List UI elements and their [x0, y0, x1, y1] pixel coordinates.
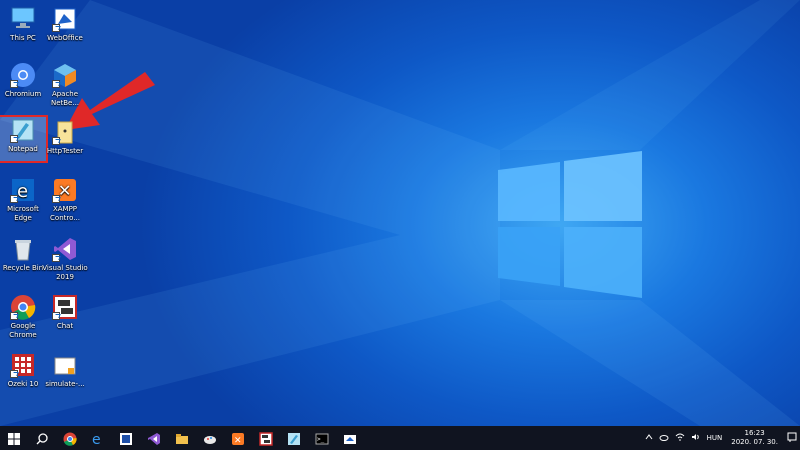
- search-icon: [35, 431, 49, 445]
- edge-icon: e: [91, 431, 105, 448]
- desktop-icon-notepad[interactable]: Notepad: [0, 115, 48, 163]
- desktop-icon-xampp[interactable]: ✕ XAMPP Contro...: [42, 177, 88, 223]
- notepad-icon: [287, 431, 301, 445]
- file-explorer-icon: [175, 431, 189, 445]
- chrome-icon: [10, 294, 36, 320]
- desktop-icon-microsoft-edge[interactable]: e Microsoft Edge: [0, 177, 46, 223]
- desktop-icon-httptester[interactable]: HttpTester: [42, 119, 88, 156]
- xampp-icon: ✕: [52, 177, 78, 203]
- paint-icon: [203, 431, 217, 445]
- taskbar-app-2[interactable]: [336, 426, 364, 450]
- folder-icon: [52, 119, 78, 145]
- taskbar: e ✕ >_ HUN 16:23 2020. 07. 30.: [0, 426, 800, 450]
- cloud-icon[interactable]: [659, 433, 669, 443]
- taskbar-notepad[interactable]: [280, 426, 308, 450]
- desktop-icon-this-pc[interactable]: This PC: [0, 6, 46, 43]
- clock-time: 16:23: [744, 429, 765, 437]
- taskbar-visual-studio[interactable]: [140, 426, 168, 450]
- start-button[interactable]: [0, 426, 28, 450]
- desktop-icon-simulate[interactable]: simulate-...: [42, 352, 88, 389]
- svg-text:e: e: [17, 181, 28, 202]
- computer-icon: [10, 6, 36, 32]
- xampp-icon: ✕: [231, 431, 245, 446]
- file-icon: [52, 352, 78, 378]
- chevron-up-icon[interactable]: [645, 433, 653, 443]
- desktop: This PC Chromium Notepad e Microsoft Edg…: [0, 0, 800, 426]
- desktop-icon-chromium[interactable]: Chromium: [0, 62, 46, 99]
- chromium-icon: [10, 62, 36, 88]
- desktop-icon-apache-netbeans[interactable]: Apache NetBe...: [42, 62, 88, 108]
- windows-logo: [498, 151, 642, 298]
- terminal-icon: >_: [315, 431, 329, 445]
- taskbar-paint[interactable]: [196, 426, 224, 450]
- svg-text:e: e: [92, 432, 101, 446]
- notepad-icon: [10, 117, 36, 143]
- chat-icon: [52, 294, 78, 320]
- desktop-icon-ozeki[interactable]: Ozeki 10: [0, 352, 46, 389]
- desktop-icon-chat[interactable]: Chat: [42, 294, 88, 331]
- recycle-bin-icon: [10, 236, 36, 262]
- ozeki-icon: [10, 352, 36, 378]
- language-indicator[interactable]: HUN: [707, 434, 723, 442]
- chat-icon: [259, 431, 273, 446]
- edge-icon: e: [10, 177, 36, 203]
- windows-start-icon: [7, 431, 21, 445]
- taskbar-terminal[interactable]: >_: [308, 426, 336, 450]
- clock[interactable]: 16:23 2020. 07. 30.: [731, 429, 778, 447]
- taskbar-app[interactable]: [112, 426, 140, 450]
- volume-icon[interactable]: [691, 433, 701, 443]
- notification-icon[interactable]: [787, 432, 797, 444]
- desktop-icon-google-chrome[interactable]: Google Chrome: [0, 294, 46, 340]
- app-icon: [119, 431, 133, 445]
- taskbar-edge[interactable]: e: [84, 426, 112, 450]
- desktop-icon-weboffice[interactable]: WebOffice: [42, 6, 88, 43]
- desktop-icon-recycle-bin[interactable]: Recycle Bin: [0, 236, 46, 273]
- system-tray: HUN 16:23 2020. 07. 30.: [642, 426, 800, 450]
- svg-text:>_: >_: [317, 436, 325, 443]
- svg-text:✕: ✕: [234, 436, 242, 446]
- taskbar-file-explorer[interactable]: [168, 426, 196, 450]
- visual-studio-icon: [52, 236, 78, 262]
- weboffice-icon: [52, 6, 78, 32]
- app-icon: [343, 431, 357, 445]
- search-button[interactable]: [28, 426, 56, 450]
- taskbar-xampp[interactable]: ✕: [224, 426, 252, 450]
- taskbar-chrome[interactable]: [56, 426, 84, 450]
- chrome-icon: [63, 431, 77, 446]
- clock-date: 2020. 07. 30.: [731, 438, 778, 446]
- network-icon[interactable]: [675, 433, 685, 443]
- visual-studio-icon: [147, 431, 161, 445]
- taskbar-chat[interactable]: [252, 426, 280, 450]
- wallpaper-beams: [0, 0, 800, 426]
- netbeans-icon: [52, 62, 78, 88]
- desktop-icon-visual-studio[interactable]: Visual Studio 2019: [42, 236, 88, 282]
